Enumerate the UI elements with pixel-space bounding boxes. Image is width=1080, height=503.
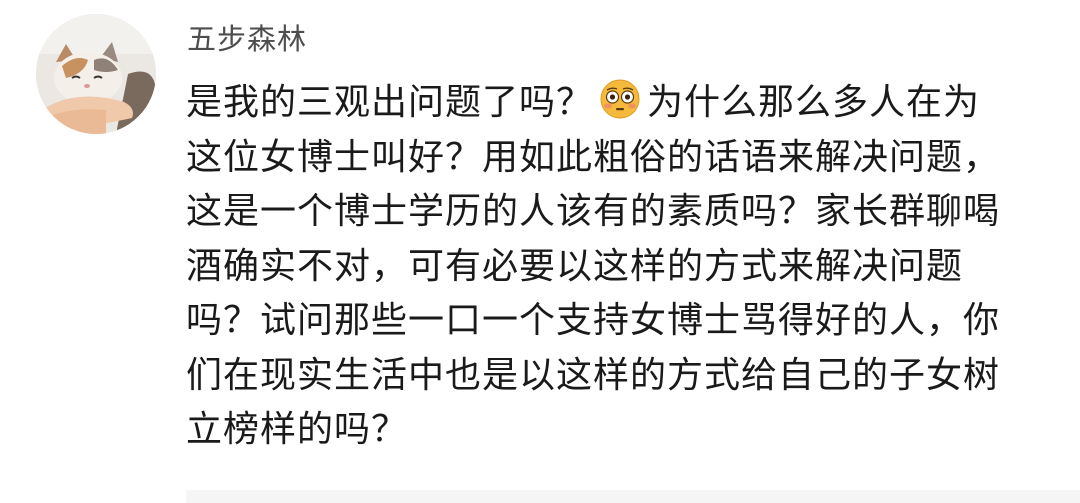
flushed-face-emoji-icon: [599, 78, 641, 120]
comment-line: 立榜样的吗？: [186, 409, 409, 450]
comment-line: 酒确实不对，可有必要以这样的方式来解决问题: [186, 245, 964, 287]
reply-preview-box[interactable]: [186, 490, 1080, 503]
comment-line-text: 是我的三观出问题了吗？: [186, 82, 594, 123]
comment-line: 吗？试问那些一口一个支持女博士骂得好的人，你: [186, 300, 1001, 341]
comment-text: 是我的三观出问题了吗？ 为什么那么多人在为 这位女博士叫好？用如此粗俗的话语来解…: [186, 76, 1066, 458]
comment-line: 这位女博士叫好？用如此粗俗的话语来解决问题，: [186, 136, 1001, 178]
comment-line: 这是一个博士学历的人该有的素质吗？家长群聊喝: [186, 191, 1001, 232]
cat-avatar-icon: [36, 14, 156, 134]
avatar[interactable]: [36, 14, 156, 134]
comment-line: 是我的三观出问题了吗？ 为什么那么多人在为: [186, 76, 1066, 131]
comment-line-text: 为什么那么多人在为: [647, 82, 981, 123]
comment-line: 们在现实生活中也是以这样的方式给自己的子女树: [186, 354, 1001, 396]
username[interactable]: 五步森林: [187, 20, 307, 58]
